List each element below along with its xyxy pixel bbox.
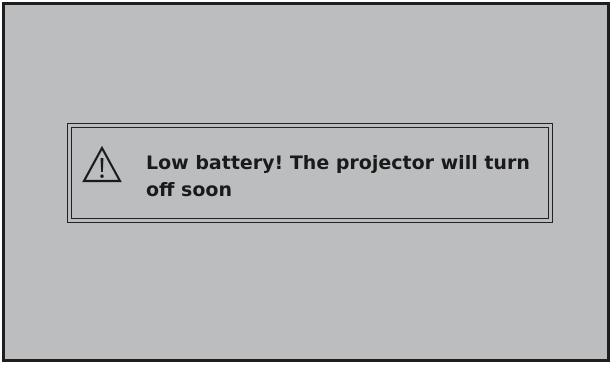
- warning-triangle-icon: [82, 146, 122, 183]
- low-battery-warning-dialog: Low battery! The projector will turn off…: [67, 123, 553, 223]
- warning-dialog-inner-frame: Low battery! The projector will turn off…: [71, 127, 549, 219]
- warning-message: Low battery! The projector will turn off…: [146, 152, 530, 201]
- projector-screen: Low battery! The projector will turn off…: [2, 2, 610, 362]
